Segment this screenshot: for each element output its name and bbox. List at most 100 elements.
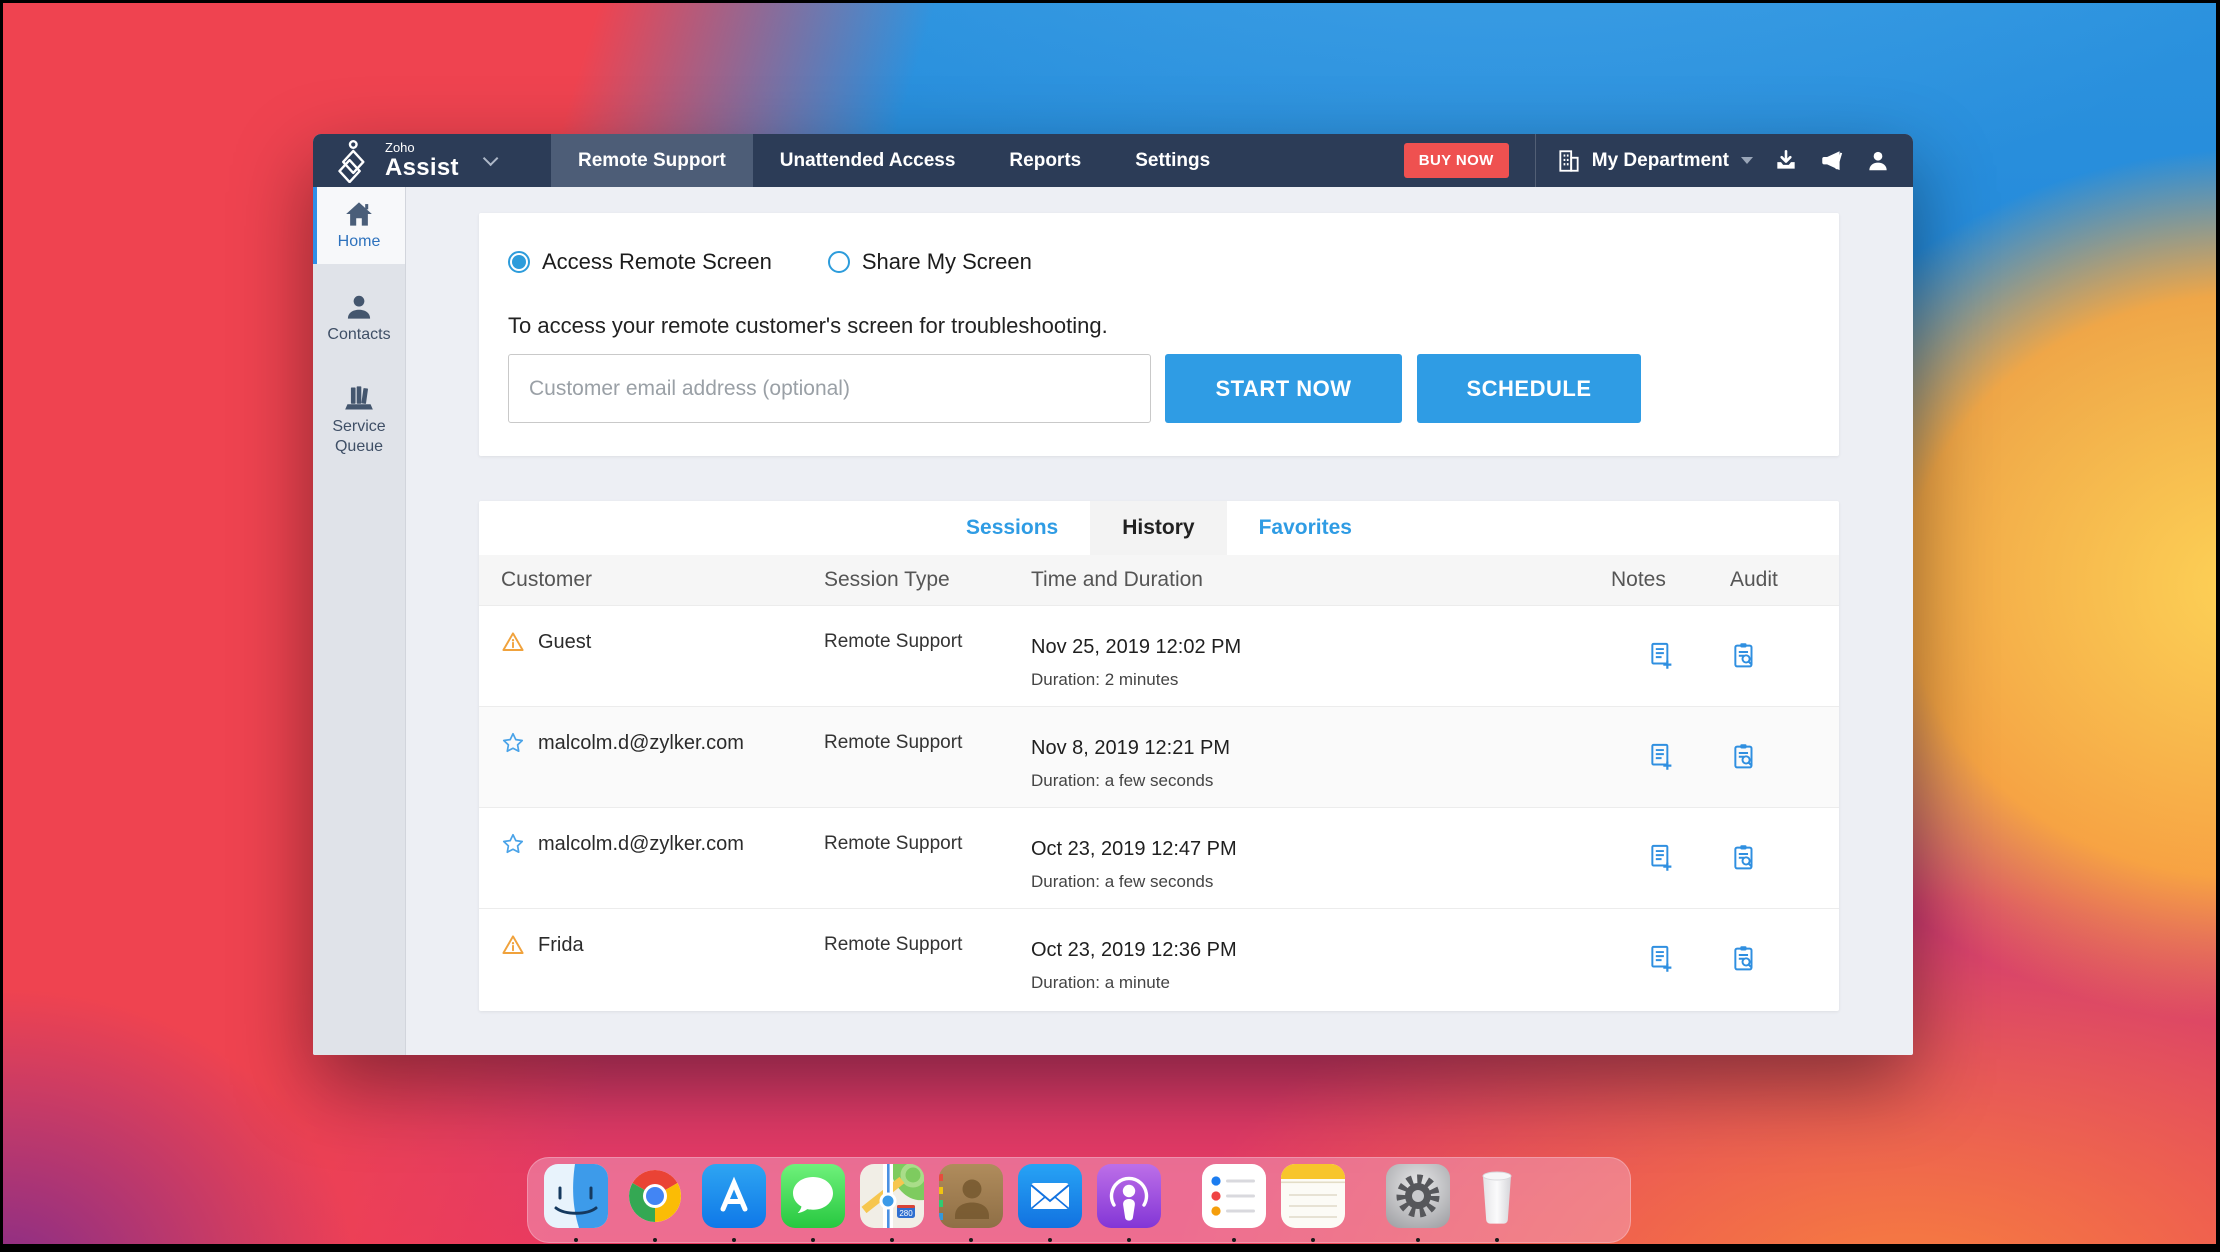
customer-email-input[interactable] [508, 354, 1151, 423]
col-audit: Audit [1730, 568, 1778, 591]
top-navbar: Zoho Assist Remote Support Unattended Ac… [313, 134, 1913, 187]
session-time: Nov 8, 2019 12:21 PM [1031, 737, 1231, 759]
add-note-icon[interactable] [1647, 641, 1675, 671]
radio-share-my-screen[interactable]: Share My Screen [827, 249, 1032, 275]
dock-contacts-icon[interactable] [939, 1164, 1003, 1242]
table-row: Frida Remote Support Oct 23, 2019 12:36 … [479, 908, 1839, 1009]
table-row: malcolm.d@zylker.com Remote Support Nov … [479, 706, 1839, 807]
dock-mail-icon[interactable] [1018, 1164, 1082, 1242]
contacts-icon [347, 295, 371, 319]
col-session-type: Session Type [824, 568, 950, 591]
table-row: Guest Remote Support Nov 25, 2019 12:02 … [479, 605, 1839, 706]
session-type: Remote Support [824, 833, 963, 854]
nav-icon-cluster: My Department [1534, 134, 1913, 187]
customer-name: Frida [538, 934, 584, 956]
col-notes: Notes [1611, 568, 1666, 591]
brand-text: Zoho Assist [385, 141, 459, 180]
building-icon [1559, 149, 1579, 172]
session-duration: Duration: a few seconds [1031, 771, 1214, 790]
add-note-icon[interactable] [1647, 742, 1675, 772]
radio-access-remote-screen[interactable]: Access Remote Screen [508, 249, 772, 275]
dock-maps-icon[interactable]: 280 [860, 1164, 924, 1242]
customer-name: malcolm.d@zylker.com [538, 833, 744, 855]
sidebar: Home Contacts Service Queue [313, 187, 406, 1055]
session-type: Remote Support [824, 934, 963, 955]
dock-podcasts-icon[interactable] [1097, 1164, 1161, 1242]
session-mode-radios: Access Remote Screen Share My Screen [508, 249, 1032, 275]
nav-tab-reports[interactable]: Reports [982, 134, 1108, 187]
dock-notes-icon[interactable] [1281, 1164, 1345, 1242]
announcement-icon[interactable] [1819, 148, 1845, 174]
start-session-panel: Access Remote Screen Share My Screen To … [479, 213, 1839, 456]
schedule-button[interactable]: SCHEDULE [1417, 354, 1641, 423]
dock-trash-icon[interactable] [1465, 1164, 1529, 1242]
service-queue-icon [345, 386, 373, 410]
radio-label: Access Remote Screen [542, 249, 772, 274]
session-duration: Duration: a minute [1031, 973, 1170, 992]
add-note-icon[interactable] [1647, 944, 1675, 974]
sidebar-item-label: Service Queue [332, 418, 386, 455]
col-time-duration: Time and Duration [1031, 568, 1203, 591]
add-note-icon[interactable] [1647, 843, 1675, 873]
audit-icon[interactable] [1730, 944, 1758, 974]
col-customer: Customer [501, 568, 593, 591]
download-icon[interactable] [1773, 148, 1799, 174]
buy-now-button[interactable]: BUY NOW [1403, 143, 1509, 178]
brand-assist: Assist [385, 154, 459, 181]
audit-icon[interactable] [1730, 843, 1758, 873]
session-duration: Duration: 2 minutes [1031, 670, 1179, 689]
favorite-star-icon[interactable] [501, 832, 525, 856]
sidebar-item-label: Home [337, 233, 381, 250]
audit-icon[interactable] [1730, 641, 1758, 671]
warning-icon [502, 935, 524, 954]
zoho-assist-logo-icon [338, 139, 365, 183]
session-type: Remote Support [824, 732, 963, 753]
tab-sessions[interactable]: Sessions [934, 501, 1090, 555]
favorite-star-icon[interactable] [501, 731, 525, 755]
radio-label: Share My Screen [861, 249, 1032, 274]
brand-menu[interactable]: Zoho Assist [313, 134, 551, 187]
customer-name: Guest [538, 631, 592, 653]
home-icon [346, 202, 372, 226]
sidebar-item-home[interactable]: Home [313, 187, 405, 264]
start-now-button[interactable]: START NOW [1165, 354, 1402, 423]
nav-tabs: Remote Support Unattended Access Reports… [551, 134, 1237, 187]
sidebar-item-label: Contacts [327, 326, 391, 343]
dock-finder-icon[interactable] [544, 1164, 608, 1242]
dock-messages-icon[interactable] [781, 1164, 845, 1242]
session-time: Nov 25, 2019 12:02 PM [1031, 636, 1242, 658]
caret-down-icon [1741, 157, 1753, 164]
table-row: malcolm.d@zylker.com Remote Support Oct … [479, 807, 1839, 908]
session-type: Remote Support [824, 631, 963, 652]
dock-system-preferences-icon[interactable] [1386, 1164, 1450, 1242]
dock-reminders-icon[interactable] [1202, 1164, 1266, 1242]
warning-icon [502, 632, 524, 651]
tab-history[interactable]: History [1090, 501, 1227, 555]
nav-tab-remote-support[interactable]: Remote Support [551, 134, 753, 187]
department-label: My Department [1591, 149, 1729, 171]
zoho-assist-window: Zoho Assist Remote Support Unattended Ac… [313, 134, 1913, 1055]
user-icon[interactable] [1865, 148, 1891, 174]
sidebar-item-service-queue[interactable]: Service Queue [313, 371, 405, 469]
desktop-wallpaper: Zoho Assist Remote Support Unattended Ac… [3, 3, 2216, 1244]
sidebar-item-contacts[interactable]: Contacts [313, 280, 405, 357]
sessions-history-panel: Sessions History Favorites Customer Sess… [479, 501, 1839, 1011]
nav-tab-settings[interactable]: Settings [1108, 134, 1237, 187]
radio-selected-icon [508, 251, 530, 273]
session-time: Oct 23, 2019 12:36 PM [1031, 939, 1237, 961]
radio-unselected-icon [827, 251, 850, 273]
customer-name: malcolm.d@zylker.com [538, 732, 744, 754]
table-header: Customer Session Type Time and Duration … [479, 555, 1839, 605]
svg-text:280: 280 [899, 1209, 913, 1218]
chevron-down-icon[interactable] [482, 150, 499, 167]
session-subtitle: To access your remote customer's screen … [508, 313, 1108, 338]
nav-right: BUY NOW My Department [1403, 134, 1913, 187]
nav-tab-unattended-access[interactable]: Unattended Access [753, 134, 983, 187]
session-time: Oct 23, 2019 12:47 PM [1031, 838, 1237, 860]
tab-favorites[interactable]: Favorites [1227, 501, 1384, 555]
department-selector[interactable]: My Department [1556, 148, 1753, 174]
dock-app-store-icon[interactable] [702, 1164, 766, 1242]
dock-chrome-icon[interactable] [623, 1164, 687, 1242]
audit-icon[interactable] [1730, 742, 1758, 772]
macos-dock: 280 [527, 1157, 1631, 1243]
